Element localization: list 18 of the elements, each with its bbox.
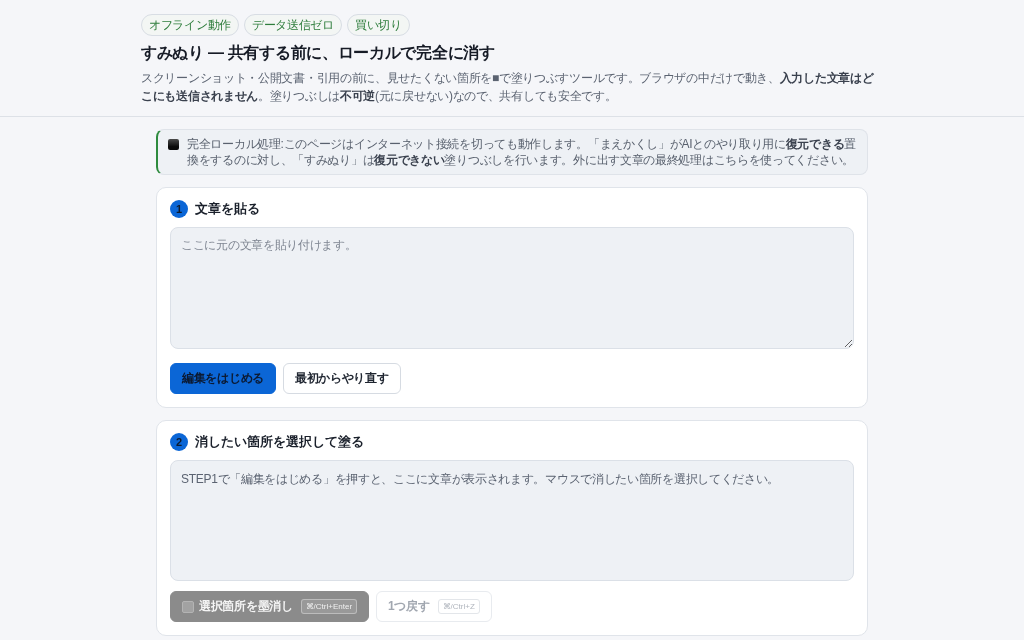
text-input-field[interactable]: ここに元の文章を貼り付けます。 xyxy=(170,227,854,349)
step-title: 文章を貼る xyxy=(195,200,260,218)
shortcut-hint: ⌘/Ctrl+Enter xyxy=(300,599,358,614)
feature-tag: 買い切り xyxy=(346,14,410,36)
step-number: 2 xyxy=(170,433,188,451)
page-title: すみぬり — 共有する前に、ローカルで完全に消す xyxy=(141,43,496,63)
start-edit-button[interactable]: 編集をはじめる xyxy=(170,363,276,394)
text-preview-area[interactable]: STEP1で「編集をはじめる」を押すと、ここに文章が表示されます。マウスで消したい箇所を選択してください。 xyxy=(170,460,854,581)
notice-text: 完全ローカル処理:このページはインターネット接続を切っても動作します。「まえかくし」がAIとのやり取り用に復元できる置換をするのに対し、「すみぬり」は復元できない塗りつぶしを行います。外に出す文章の最終処理はこちらを使ってください。 xyxy=(187,136,857,168)
square-icon xyxy=(182,600,194,613)
secondary-button[interactable]: 最初からやり直す xyxy=(282,363,401,394)
feature-tag: オフライン動作 xyxy=(141,14,239,36)
step-number: 1 xyxy=(170,200,188,218)
square-icon xyxy=(168,139,179,150)
page-description: スクリーンショット・公開文書・引用の前に、見せたくない箇所を■で塗りつぶすツールです。ブラウザの中だけで動き、入力した文章はどこにも送信されません。塗りつぶしは不可逆(元に戻せない)なので、共有しても安全です。 xyxy=(141,70,875,105)
step-title: 消したい箇所を選択して塗る xyxy=(195,433,364,451)
feature-tag: データ送信ゼロ xyxy=(243,14,342,36)
shortcut-hint: ⌘/Ctrl+Z xyxy=(437,599,480,614)
